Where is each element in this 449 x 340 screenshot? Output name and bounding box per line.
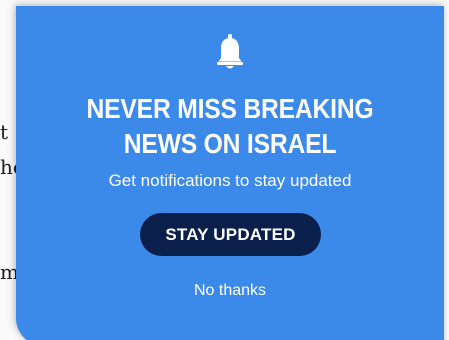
stay-updated-button[interactable]: STAY UPDATED: [140, 213, 321, 256]
notification-prompt-dialog: NEVER MISS BREAKING NEWS ON ISRAEL Get n…: [16, 6, 444, 340]
bell-icon: [217, 34, 243, 69]
popup-subtitle: Get notifications to stay updated: [108, 171, 352, 190]
popup-title-line: NEVER MISS BREAKING: [86, 93, 374, 124]
popup-title: NEVER MISS BREAKING NEWS ON ISRAEL: [42, 91, 419, 161]
page: t he m, NEVER MISS BREAKING NEWS ON ISRA…: [0, 0, 449, 340]
no-thanks-link[interactable]: No thanks: [16, 281, 444, 301]
popup-title-line: NEWS ON ISRAEL: [123, 128, 337, 159]
